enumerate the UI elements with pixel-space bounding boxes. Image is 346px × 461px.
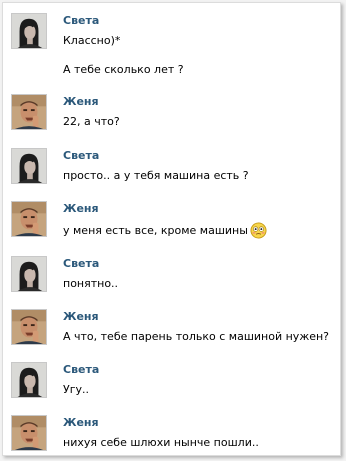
message-text: у меня есть все, кроме машины	[63, 222, 267, 239]
message-text: Угу..	[63, 383, 89, 396]
message-text: А что, тебе парень только с машиной нуже…	[63, 330, 330, 343]
message-text: 22, а что?	[63, 115, 120, 128]
message-block: Света понятно..	[11, 256, 336, 296]
embarrassed-smiley-icon	[250, 222, 267, 239]
sender-name[interactable]: Женя	[63, 95, 99, 108]
sender-name[interactable]: Света	[63, 363, 99, 376]
message-text: А тебе сколько лет ?	[63, 63, 184, 76]
sender-name[interactable]: Света	[63, 257, 99, 270]
sender-name[interactable]: Женя	[63, 310, 99, 323]
sender-name[interactable]: Женя	[63, 202, 99, 215]
sveta-avatar[interactable]	[11, 13, 47, 49]
message-text: просто.. а у тебя машина есть ?	[63, 169, 249, 182]
zhenya-avatar[interactable]	[11, 415, 47, 451]
zhenya-avatar[interactable]	[11, 309, 47, 345]
message-block: Женя нихуя себе шлюхи нынче пошли..	[11, 415, 336, 455]
zhenya-avatar[interactable]	[11, 94, 47, 130]
sveta-avatar[interactable]	[11, 148, 47, 184]
message-text: нихуя себе шлюхи нынче пошли..	[63, 436, 259, 449]
message-text: Классно)*	[63, 34, 121, 47]
message-text-content: у меня есть все, кроме машины	[63, 224, 248, 237]
sender-name[interactable]: Света	[63, 14, 99, 27]
message-block: Женя А что, тебе парень только с машиной…	[11, 309, 336, 349]
message-block: Света Классно)* А тебе сколько лет ?	[11, 13, 336, 77]
chat-window: Света Классно)* А тебе сколько лет ? Жен…	[2, 2, 341, 456]
message-text: понятно..	[63, 277, 119, 290]
message-block: Света Угу..	[11, 362, 336, 402]
message-block: Света просто.. а у тебя машина есть ?	[11, 148, 336, 188]
zhenya-avatar[interactable]	[11, 201, 47, 237]
sender-name[interactable]: Света	[63, 149, 99, 162]
sender-name[interactable]: Женя	[63, 416, 99, 429]
message-block: Женя у меня есть все, кроме машины	[11, 201, 336, 245]
sveta-avatar[interactable]	[11, 256, 47, 292]
message-block: Женя 22, а что?	[11, 94, 336, 134]
sveta-avatar[interactable]	[11, 362, 47, 398]
